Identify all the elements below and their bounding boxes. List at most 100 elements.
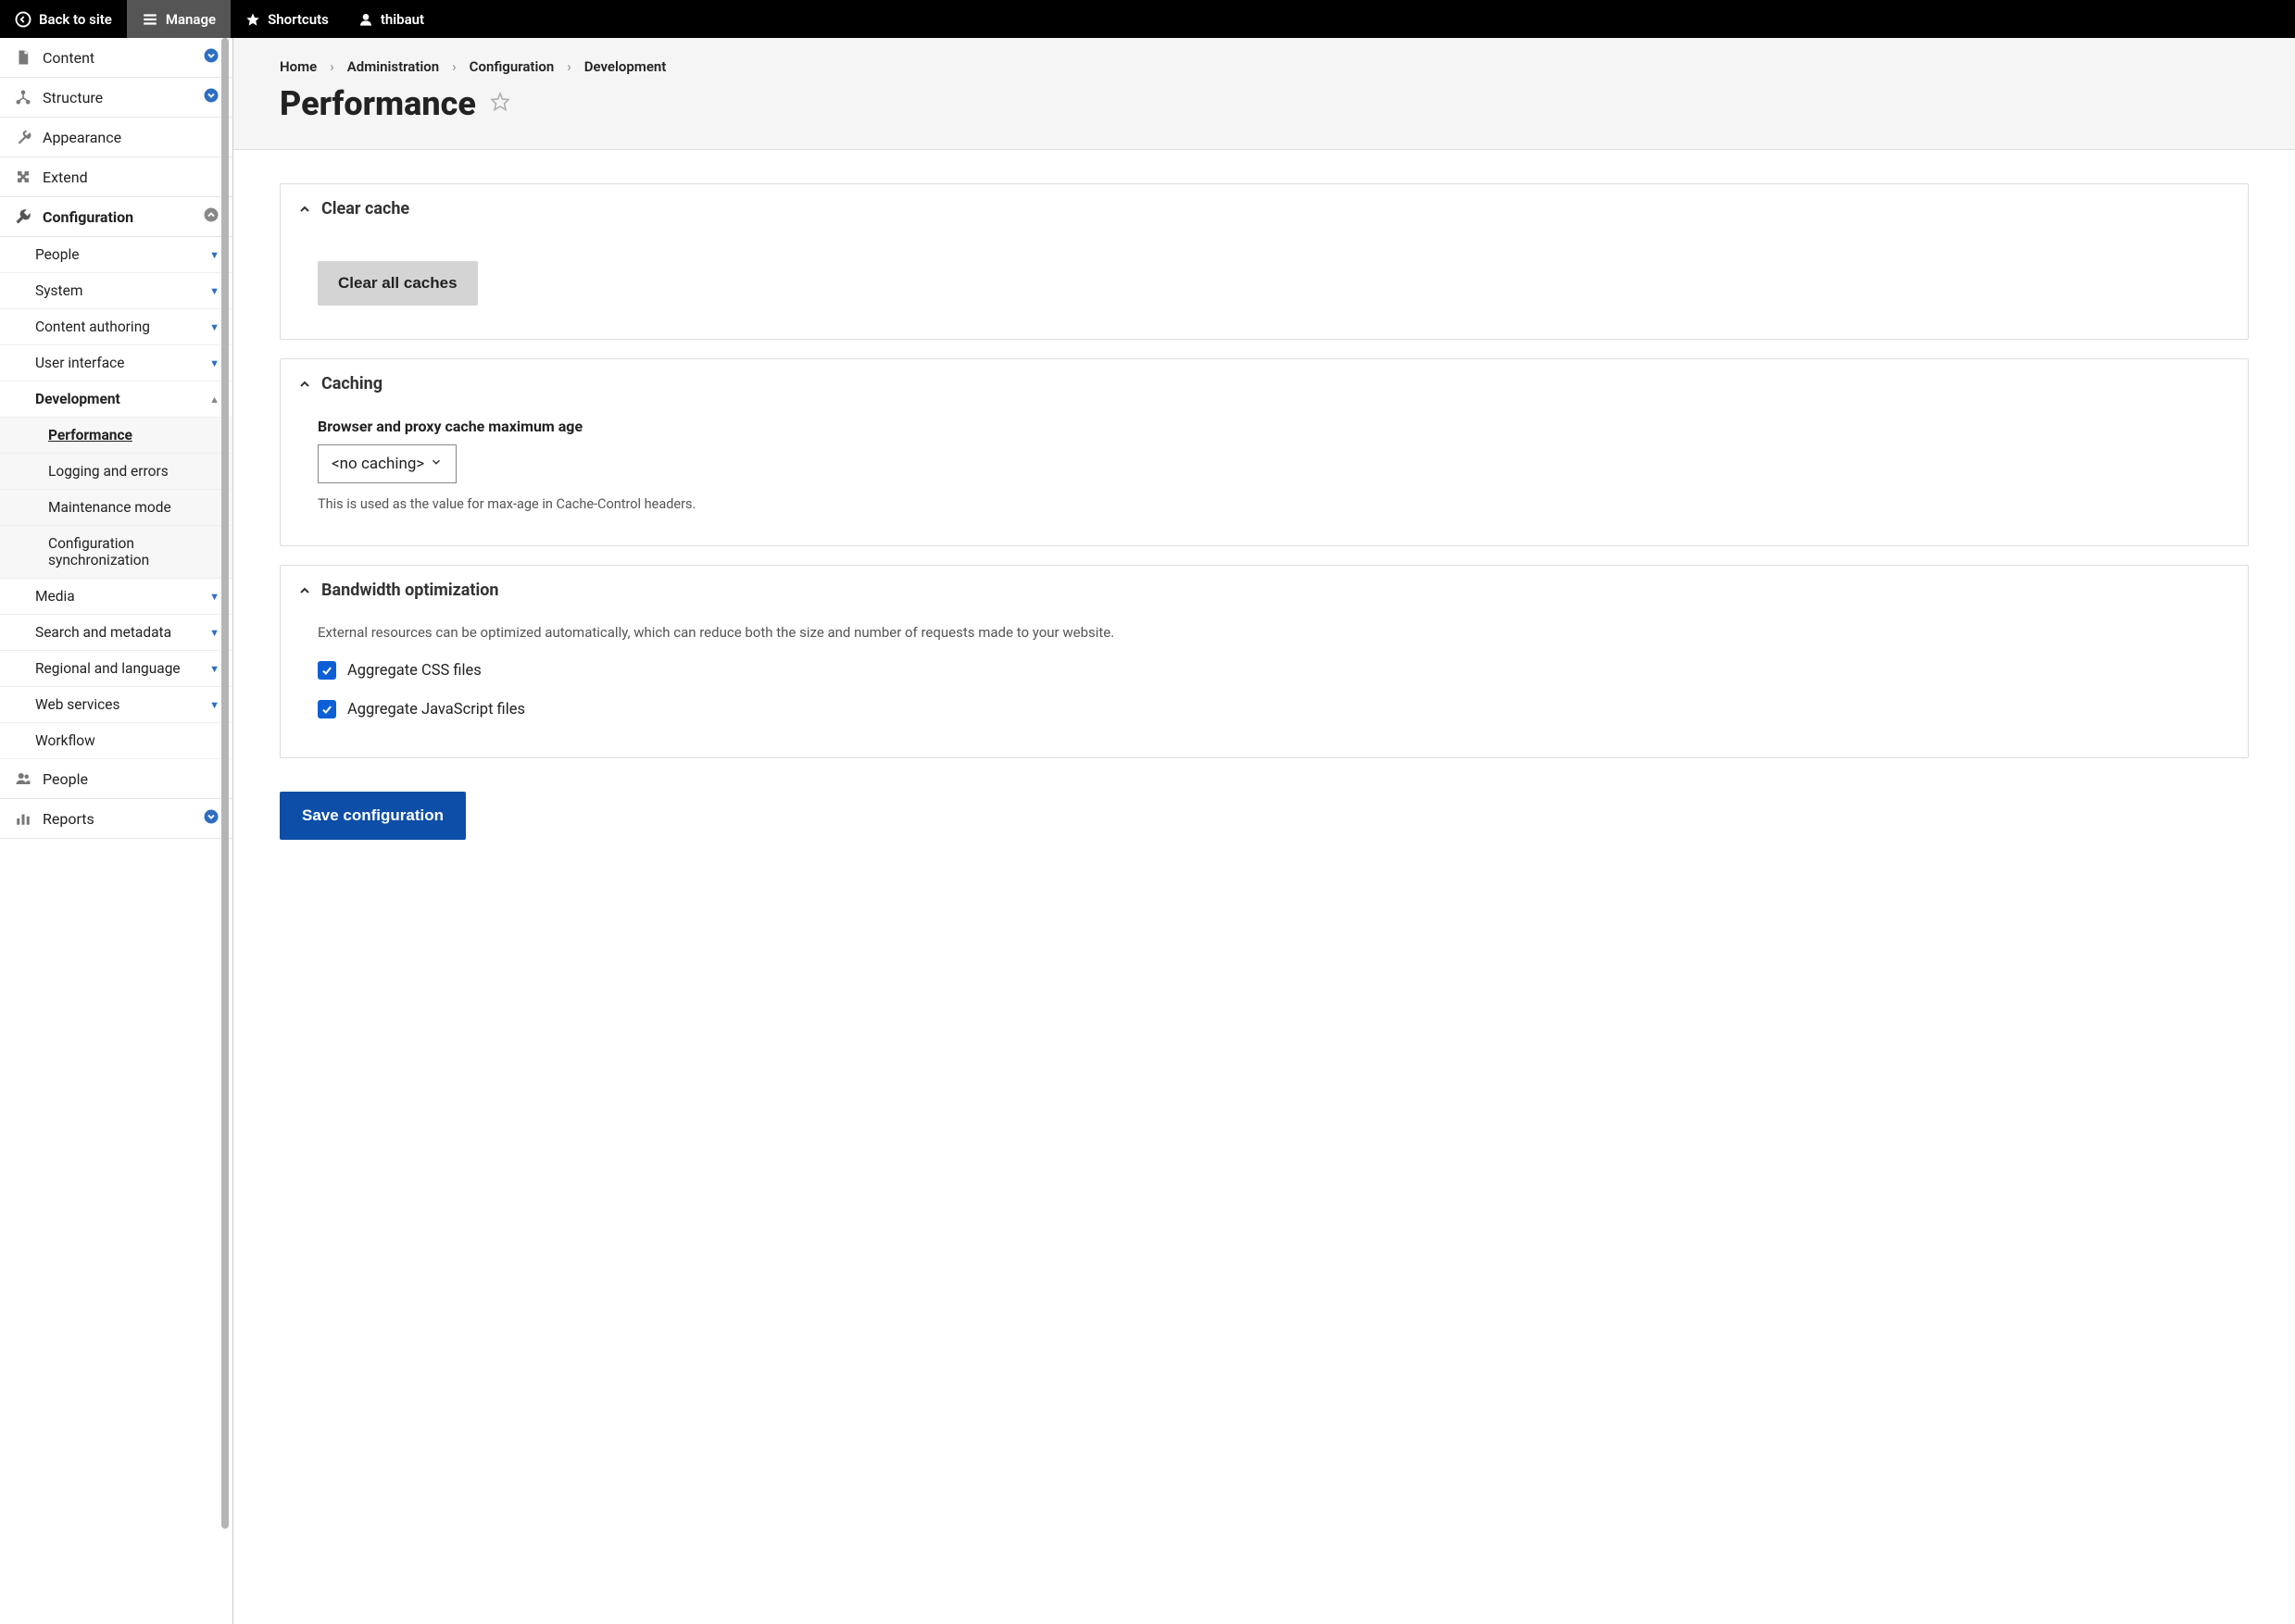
clear-all-caches-button[interactable]: Clear all caches (318, 261, 478, 306)
sidebar-item-label: Logging and errors (48, 463, 169, 480)
chevron-up-icon (297, 202, 312, 217)
admin-sidebar: Content Structure Appearance (0, 38, 233, 1624)
back-to-site-label: Back to site (39, 11, 112, 28)
checkbox-checked-icon[interactable] (318, 700, 336, 718)
checkbox-label: Aggregate JavaScript files (347, 701, 525, 718)
sidebar-sub2item-config-sync[interactable]: Configuration synchronization (0, 526, 232, 579)
sidebar-item-reports[interactable]: Reports (0, 799, 232, 839)
sidebar-sub2item-logging[interactable]: Logging and errors (0, 454, 232, 490)
select-value: <no caching> (332, 455, 424, 473)
bandwidth-description: External resources can be optimized auto… (318, 624, 2211, 641)
page-title: Performance (280, 84, 476, 123)
aggregate-css-checkbox-row[interactable]: Aggregate CSS files (318, 661, 2211, 680)
sidebar-item-structure[interactable]: Structure (0, 78, 232, 118)
top-toolbar: Back to site Manage Shortcuts thibaut (0, 0, 2295, 38)
hamburger-icon (142, 11, 158, 28)
sidebar-subitem-regional[interactable]: Regional and language ▼ (0, 651, 232, 687)
breadcrumb-item[interactable]: Development (584, 58, 667, 75)
sidebar-item-label: User interface (35, 355, 209, 371)
sidebar-item-appearance[interactable]: Appearance (0, 118, 232, 157)
chevron-right-icon: › (452, 58, 457, 75)
sidebar-item-configuration[interactable]: Configuration (0, 197, 232, 237)
sidebar-subitem-user-interface[interactable]: User interface ▼ (0, 345, 232, 381)
sidebar-subitem-web-services[interactable]: Web services ▼ (0, 687, 232, 723)
sidebar-item-label: People (35, 246, 209, 263)
sidebar-subitem-search-metadata[interactable]: Search and metadata ▼ (0, 615, 232, 651)
sidebar-item-label: Search and metadata (35, 624, 209, 641)
panel-header-bandwidth[interactable]: Bandwidth optimization (281, 566, 2248, 615)
shortcuts-label: Shortcuts (268, 11, 329, 28)
sidebar-subitem-people[interactable]: People ▼ (0, 237, 232, 273)
page-header: Home › Administration › Configuration › … (233, 38, 2295, 150)
sidebar-item-label: System (35, 282, 209, 299)
chevron-right-icon: › (567, 58, 571, 75)
sidebar-item-extend[interactable]: Extend (0, 157, 232, 197)
sidebar-sub2item-maintenance[interactable]: Maintenance mode (0, 490, 232, 526)
shortcuts-button[interactable]: Shortcuts (231, 0, 344, 38)
people-icon (13, 768, 33, 789)
sidebar-item-label: Content (43, 49, 203, 67)
sidebar-subitem-content-authoring[interactable]: Content authoring ▼ (0, 309, 232, 345)
back-arrow-icon (15, 11, 31, 28)
back-to-site-button[interactable]: Back to site (0, 0, 127, 38)
triangle-down-icon: ▼ (209, 249, 219, 261)
wrench-icon (13, 206, 33, 227)
sidebar-scrollbar[interactable] (221, 38, 229, 1624)
checkbox-label: Aggregate CSS files (347, 662, 482, 680)
sidebar-item-label: Reports (43, 810, 203, 828)
sidebar-item-label: Regional and language (35, 660, 209, 677)
sidebar-item-label: Extend (43, 169, 219, 186)
sidebar-item-label: Workflow (35, 732, 219, 749)
sidebar-item-people[interactable]: People (0, 759, 232, 799)
panel-title: Caching (321, 374, 382, 394)
manage-label: Manage (166, 11, 216, 28)
breadcrumb-item[interactable]: Configuration (470, 58, 555, 75)
sidebar-item-label: Maintenance mode (48, 499, 171, 516)
sidebar-item-label: Media (35, 588, 209, 605)
manage-button[interactable]: Manage (127, 0, 231, 38)
chevron-up-icon (297, 583, 312, 598)
sidebar-item-content[interactable]: Content (0, 38, 232, 78)
bandwidth-panel: Bandwidth optimization External resource… (280, 565, 2249, 758)
breadcrumb-item[interactable]: Administration (347, 58, 439, 75)
cache-max-age-label: Browser and proxy cache maximum age (318, 418, 2211, 435)
sidebar-sub2item-performance[interactable]: Performance (0, 418, 232, 454)
cache-max-age-select[interactable]: <no caching> (318, 444, 457, 483)
triangle-down-icon: ▼ (209, 591, 219, 603)
puzzle-icon (13, 167, 33, 187)
triangle-down-icon: ▼ (209, 357, 219, 369)
sidebar-item-label: Configuration synchronization (48, 535, 219, 568)
sidebar-item-label: Structure (43, 89, 203, 106)
user-label: thibaut (381, 11, 424, 28)
caching-panel: Caching Browser and proxy cache maximum … (280, 358, 2249, 546)
document-icon (13, 47, 33, 68)
sidebar-item-label: Configuration (43, 208, 203, 226)
chevron-down-icon (430, 455, 443, 473)
wrench-icon (13, 127, 33, 147)
user-menu-button[interactable]: thibaut (344, 0, 439, 38)
panel-header-caching[interactable]: Caching (281, 359, 2248, 408)
hierarchy-icon (13, 87, 33, 107)
panel-header-clear-cache[interactable]: Clear cache (281, 184, 2248, 233)
cache-help-text: This is used as the value for max-age in… (318, 496, 2211, 512)
aggregate-js-checkbox-row[interactable]: Aggregate JavaScript files (318, 700, 2211, 718)
triangle-down-icon: ▼ (209, 699, 219, 711)
sidebar-item-label: Appearance (43, 129, 219, 146)
checkbox-checked-icon[interactable] (318, 661, 336, 680)
sidebar-subitem-system[interactable]: System ▼ (0, 273, 232, 309)
chevron-up-circle-icon (203, 206, 219, 227)
sidebar-subitem-workflow[interactable]: Workflow (0, 723, 232, 759)
triangle-up-icon: ▲ (209, 394, 219, 406)
breadcrumb-item[interactable]: Home (280, 58, 317, 75)
sidebar-item-label: Web services (35, 696, 209, 713)
sidebar-subitem-media[interactable]: Media ▼ (0, 579, 232, 615)
main-content: Home › Administration › Configuration › … (233, 38, 2295, 1624)
panel-title: Bandwidth optimization (321, 581, 499, 600)
user-icon (358, 12, 373, 27)
star-outline-icon[interactable] (489, 91, 511, 117)
save-configuration-button[interactable]: Save configuration (280, 792, 466, 840)
sidebar-item-label: Performance (48, 427, 132, 443)
chevron-down-circle-icon (203, 87, 219, 107)
panel-title: Clear cache (321, 199, 409, 219)
sidebar-subitem-development[interactable]: Development ▲ (0, 381, 232, 418)
